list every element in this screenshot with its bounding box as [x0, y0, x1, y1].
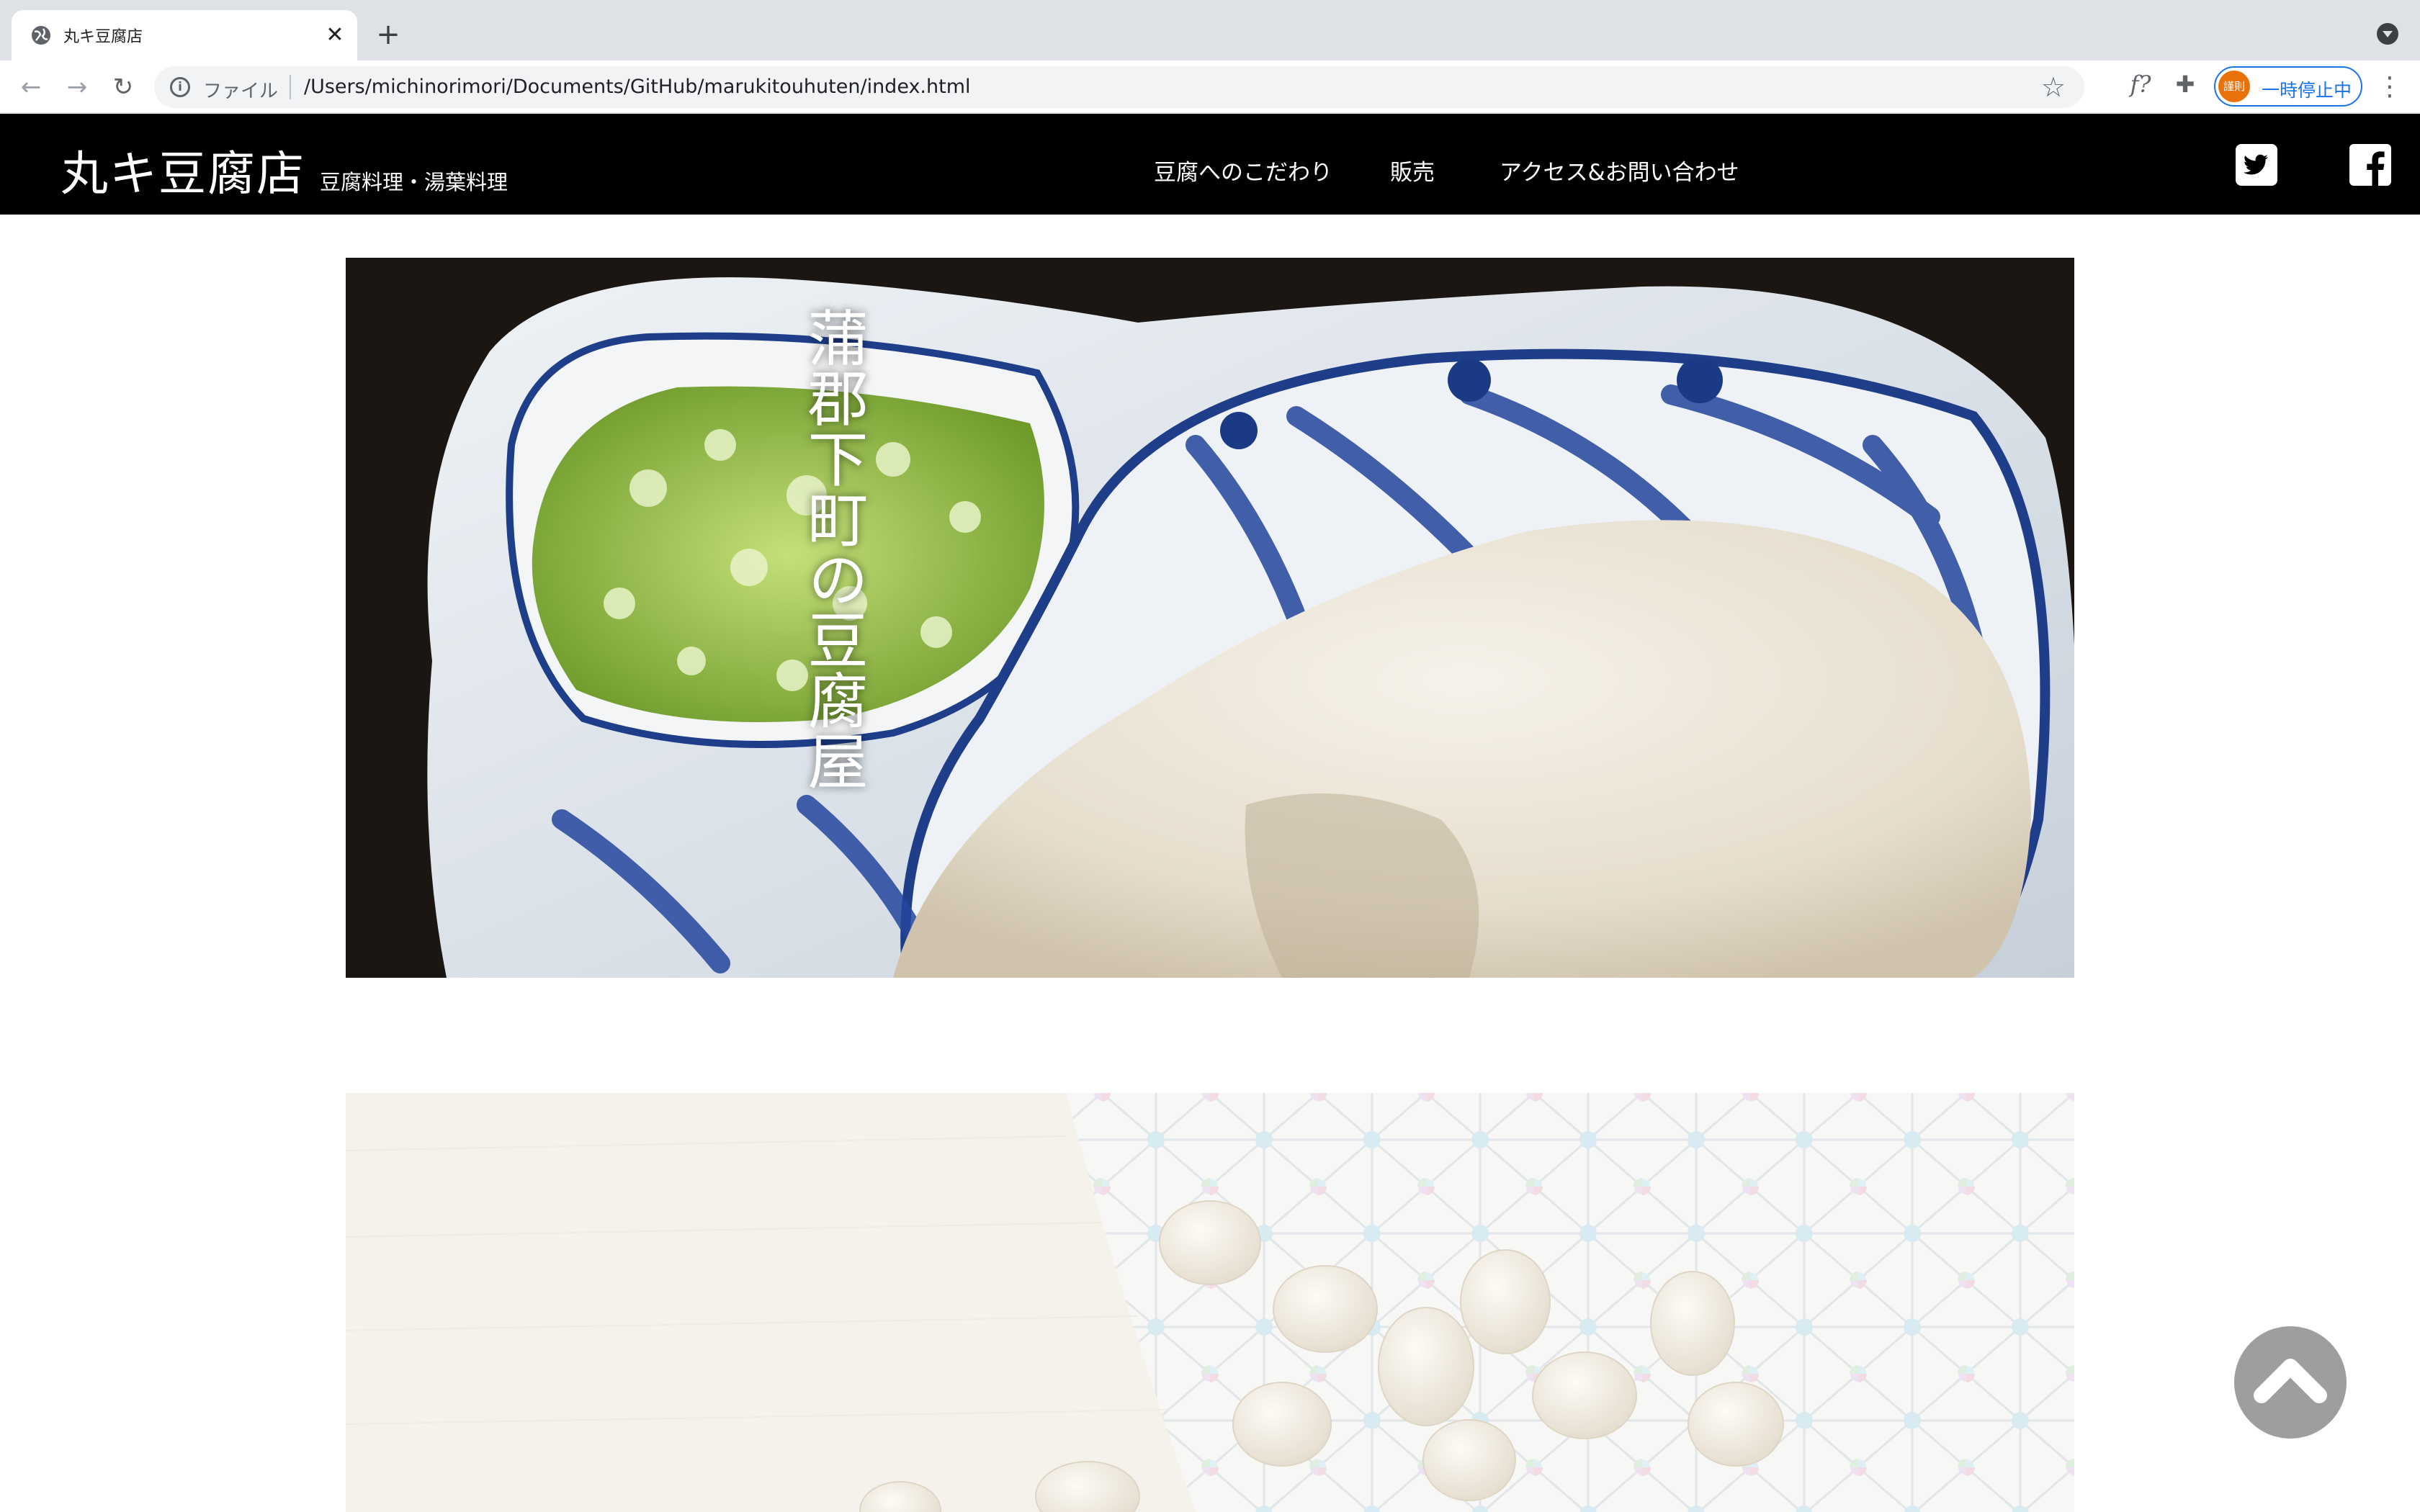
- globe-icon: [32, 26, 50, 45]
- twitter-icon[interactable]: [2236, 144, 2277, 186]
- scheme-label: ファイル: [203, 81, 279, 102]
- chevron-up-icon: [2254, 1359, 2327, 1403]
- facebook-icon[interactable]: [2349, 144, 2391, 186]
- browser-tabstrip: 丸キ豆腐店 ✕ +: [0, 0, 2420, 60]
- url-text[interactable]: /Users/michinorimori/Documents/GitHub/ma…: [304, 76, 971, 98]
- back-to-top-button[interactable]: [2234, 1326, 2347, 1439]
- site-logo[interactable]: 丸キ豆腐店: [60, 135, 305, 204]
- nav-access-contact[interactable]: アクセス&お問い合わせ: [1500, 154, 1739, 186]
- new-tab-button[interactable]: +: [372, 19, 405, 52]
- tab-title: 丸キ豆腐店: [63, 28, 143, 46]
- info-icon[interactable]: i: [170, 77, 190, 97]
- nav-kodawari[interactable]: 豆腐へのこだわり: [1154, 154, 1332, 186]
- forward-button[interactable]: →: [62, 72, 92, 102]
- hero-photo: [346, 258, 2074, 978]
- tab-search-button[interactable]: [2377, 23, 2398, 45]
- bookmark-star-icon[interactable]: ☆: [2041, 72, 2066, 102]
- hero-copy: 蒲郡下町の豆腐屋: [798, 307, 869, 791]
- site-header: 丸キ豆腐店 豆腐料理・湯葉料理 豆腐へのこだわり 販売 アクセス&お問い合わせ: [0, 114, 2420, 215]
- profile-button[interactable]: 謹則 一時停止中: [2214, 66, 2362, 107]
- address-divider: [290, 75, 291, 99]
- profile-status-label: 一時停止中: [2262, 80, 2352, 101]
- site-tagline: 豆腐料理・湯葉料理: [320, 170, 508, 194]
- soybeans-photo: [346, 1093, 2074, 1512]
- hero-image: 蒲郡下町の豆腐屋: [346, 258, 2074, 978]
- tab-close-button[interactable]: ✕: [323, 23, 347, 48]
- profile-avatar: 謹則: [2218, 71, 2250, 102]
- reload-button[interactable]: ↻: [108, 72, 138, 102]
- extension-fx-icon[interactable]: f?: [2125, 69, 2156, 99]
- nav-hanbai[interactable]: 販売: [1390, 154, 1435, 186]
- address-bar[interactable]: i ファイル /Users/michinorimori/Documents/Gi…: [154, 66, 2084, 108]
- browser-toolbar: ← → ↻ i ファイル /Users/michinorimori/Docume…: [0, 60, 2420, 114]
- extensions-puzzle-icon[interactable]: ✚: [2169, 69, 2201, 99]
- soybeans-image: [346, 1093, 2074, 1512]
- browser-menu-icon[interactable]: ⋮: [2377, 72, 2403, 102]
- browser-tab[interactable]: 丸キ豆腐店 ✕: [12, 10, 357, 60]
- back-button[interactable]: ←: [16, 72, 46, 102]
